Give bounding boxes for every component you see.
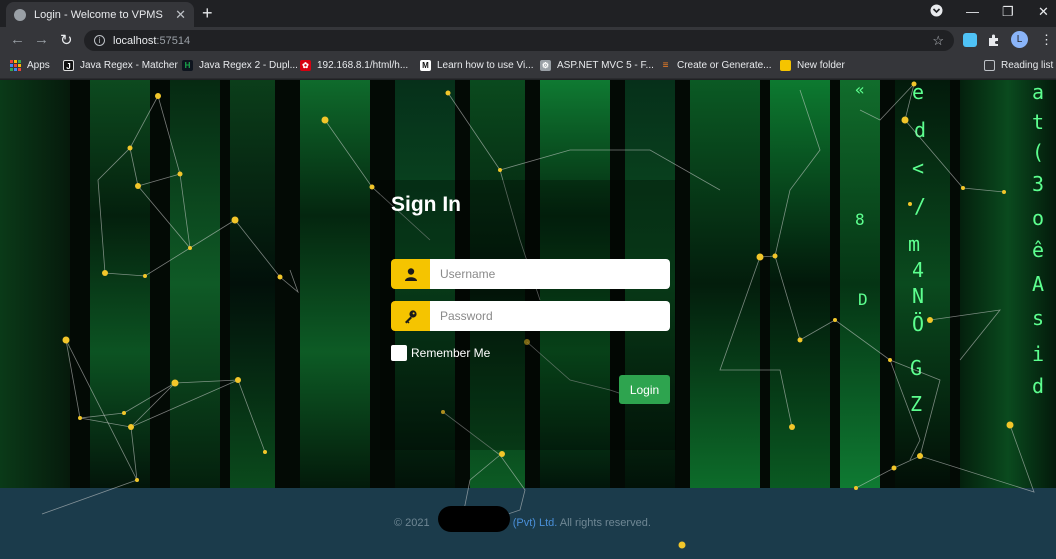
folder-icon	[780, 60, 791, 71]
reading-list[interactable]: Reading list	[984, 60, 1053, 71]
forward-arrow-icon[interactable]: →	[34, 31, 49, 48]
login-button[interactable]: Login	[619, 375, 670, 404]
bookmark-label: Apps	[27, 60, 50, 71]
apps-grid-icon	[10, 60, 21, 71]
url-host: localhost	[113, 34, 157, 47]
bookmark-create-generate[interactable]: ≡ Create or Generate...	[660, 60, 772, 71]
url-port: :57514	[156, 34, 191, 47]
medium-icon: M	[420, 60, 431, 71]
j-logo-icon: J	[63, 60, 74, 71]
bookmark-label: Learn how to use Vi...	[437, 60, 534, 71]
huawei-icon: ✿	[300, 60, 311, 71]
copyright-text: © 2021 (Pvt) Ltd. All rights reserved.	[394, 517, 651, 529]
profile-avatar[interactable]: L	[1011, 31, 1028, 48]
bookmark-aspnet-mvc[interactable]: ⚙ ASP.NET MVC 5 - F...	[540, 60, 654, 71]
login-page: e d < / m 4 N Ö G Z a t ( 3 o ê A s i d …	[0, 80, 1056, 559]
password-input[interactable]	[430, 301, 670, 331]
hackerrank-icon: H	[182, 60, 193, 71]
browser-toolbar: ← → ↻ i localhost:57514 ☆ L ⋮	[0, 27, 1056, 54]
username-field	[391, 259, 670, 289]
globe-icon	[14, 8, 26, 21]
password-field	[391, 301, 670, 331]
browser-tab[interactable]: Login - Welcome to VPMS ✕	[6, 2, 194, 27]
extension-icon[interactable]	[963, 33, 977, 47]
signin-title: Sign In	[391, 193, 461, 216]
restore-icon[interactable]: ❐	[1002, 4, 1014, 20]
bookmark-label: Java Regex - Matcher	[80, 60, 178, 71]
puzzle-extensions-icon[interactable]	[987, 33, 1001, 47]
address-bar[interactable]: i localhost:57514 ☆	[84, 30, 954, 51]
tab-search-icon[interactable]	[930, 4, 943, 20]
bookmark-star-icon[interactable]: ☆	[932, 33, 944, 49]
bookmarks-bar: Apps J Java Regex - Matcher H Java Regex…	[0, 54, 1056, 79]
reading-list-label: Reading list	[1001, 60, 1054, 71]
copyright-prefix: © 2021	[394, 517, 430, 529]
window-close-icon[interactable]: ✕	[1038, 4, 1049, 20]
bookmark-java-regex-2[interactable]: H Java Regex 2 - Dupl...	[182, 60, 298, 71]
bookmark-router[interactable]: ✿ 192.168.8.1/html/h...	[300, 60, 408, 71]
bookmark-learn-vi[interactable]: M Learn how to use Vi...	[420, 60, 534, 71]
redaction-mark	[438, 506, 510, 532]
minimize-icon[interactable]: —	[966, 4, 979, 19]
key-icon	[391, 301, 430, 331]
bookmark-label: 192.168.8.1/html/h...	[317, 60, 409, 71]
stackoverflow-icon: ≡	[662, 60, 669, 71]
rights-text: All rights reserved.	[559, 517, 651, 529]
bookmark-java-regex-matcher[interactable]: J Java Regex - Matcher	[63, 60, 178, 71]
browser-tab-bar: Login - Welcome to VPMS ✕ + — ❐ ✕	[0, 0, 1056, 27]
username-input[interactable]	[430, 259, 670, 289]
back-arrow-icon[interactable]: ←	[10, 31, 25, 48]
close-tab-icon[interactable]: ✕	[175, 7, 186, 23]
menu-kebab-icon[interactable]: ⋮	[1040, 32, 1053, 48]
user-icon	[391, 259, 430, 289]
gear-page-icon: ⚙	[540, 60, 551, 71]
remember-me[interactable]: Remember Me	[391, 345, 490, 361]
remember-me-checkbox[interactable]	[391, 345, 407, 361]
new-tab-button[interactable]: +	[202, 3, 213, 24]
tab-title: Login - Welcome to VPMS	[34, 8, 163, 21]
company-link[interactable]: (Pvt) Ltd.	[513, 517, 558, 529]
bookmark-label: Java Regex 2 - Dupl...	[199, 60, 298, 71]
bookmark-label: New folder	[797, 60, 845, 71]
bookmark-label: Create or Generate...	[677, 60, 772, 71]
reload-icon[interactable]: ↻	[60, 31, 73, 49]
remember-me-label: Remember Me	[411, 346, 491, 360]
bookmark-new-folder[interactable]: New folder	[780, 60, 845, 71]
bookmark-label: ASP.NET MVC 5 - F...	[557, 60, 654, 71]
reading-list-icon	[984, 60, 995, 71]
site-info-icon[interactable]: i	[94, 35, 105, 46]
bookmark-apps[interactable]: Apps	[10, 60, 50, 71]
